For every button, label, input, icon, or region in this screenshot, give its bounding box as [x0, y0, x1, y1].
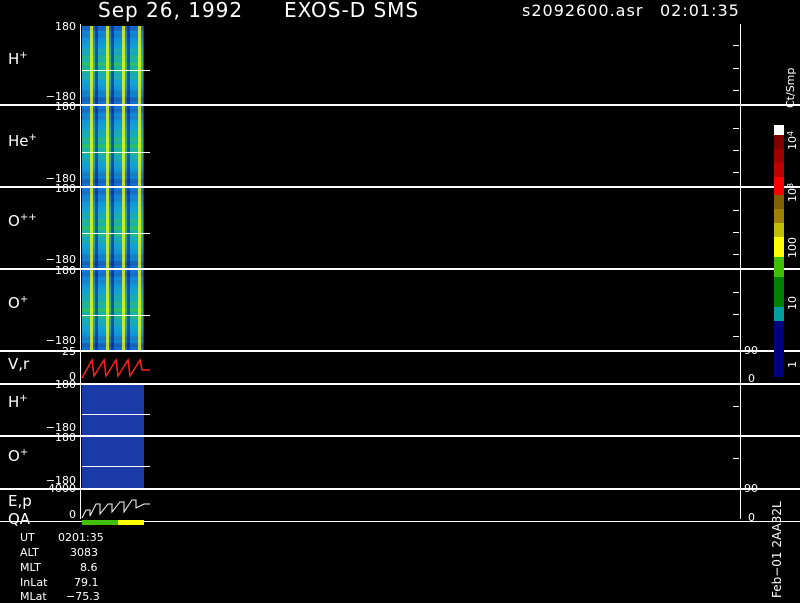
colorbar-segment	[774, 135, 784, 149]
info-mlt-label: MLT	[20, 561, 41, 574]
label-o-plus-lower: O+	[8, 447, 29, 465]
colorbar-segment	[774, 209, 784, 223]
colorbar-label: 10	[786, 188, 799, 202]
colorbar-segment	[774, 163, 784, 177]
y-tick-label: 180	[55, 20, 76, 33]
colorbar-label: 4	[786, 130, 795, 136]
axis-tick	[733, 458, 739, 459]
label-o-plusplus: O++	[8, 212, 37, 230]
trace-line	[82, 315, 150, 316]
axis-tick	[733, 128, 739, 129]
y-tick-label: 180	[55, 100, 76, 113]
o-plusplus-spectrogram	[82, 188, 144, 268]
ep-trace	[81, 499, 150, 519]
instrument-title: EXOS-D SMS	[284, 0, 420, 22]
qa-bar-warn	[118, 520, 144, 525]
colorbar-label: 100	[786, 237, 799, 258]
colorbar-unit: Ct/Smp	[784, 67, 797, 108]
y-tick-label: 180	[55, 431, 76, 444]
colorbar-segment	[774, 277, 784, 307]
axis-tick	[733, 210, 739, 211]
vr-trace	[81, 357, 150, 379]
right-tick-label: 90	[744, 482, 758, 495]
label-he-plus: He+	[8, 132, 37, 150]
footer-tag: Feb−01 2AA32L	[770, 501, 784, 598]
colorbar-label: 3	[786, 182, 795, 188]
he-plus-spectrogram	[82, 106, 144, 186]
colorbar-segment	[774, 321, 784, 377]
colorbar-segment	[774, 149, 784, 163]
info-mlat-value: −75.3	[66, 590, 100, 603]
trace-line	[82, 466, 150, 467]
right-tick-label: 90	[744, 344, 758, 357]
info-ut-value: 0201:35	[58, 531, 104, 544]
plot-frame	[80, 24, 741, 519]
trace-line	[82, 414, 150, 415]
time-stamp: 02:01:35	[660, 1, 740, 20]
y-tick-label: 180	[55, 378, 76, 391]
colorbar-segment	[774, 223, 784, 237]
axis-tick	[733, 314, 739, 315]
colorbar-segment	[774, 307, 784, 321]
h-plus-spectrogram	[82, 26, 144, 104]
colorbar-label: 10	[786, 296, 799, 310]
label-ep: E,p	[8, 492, 32, 510]
colorbar-label: 10	[786, 136, 799, 150]
y-tick-label: 0	[69, 508, 76, 521]
y-tick-label: 25	[62, 345, 76, 358]
info-ut-label: UT	[20, 531, 35, 544]
colorbar-segment	[774, 257, 784, 277]
axis-tick	[733, 292, 739, 293]
info-alt-label: ALT	[20, 546, 39, 559]
y-tick-label: 180	[55, 264, 76, 277]
colorbar-label: 1	[786, 361, 799, 368]
trace-line	[82, 152, 150, 153]
o-plus-lower-spectrogram	[82, 437, 144, 488]
right-tick-label: 0	[748, 511, 755, 524]
axis-tick	[733, 406, 739, 407]
trace-line	[82, 233, 150, 234]
axis-tick	[733, 68, 739, 69]
y-tick-label: 180	[55, 182, 76, 195]
colorbar-segment	[774, 125, 784, 135]
axis-tick	[733, 336, 739, 337]
info-inlat-label: InLat	[20, 576, 48, 589]
label-vr: V,r	[8, 355, 30, 373]
label-h-plus-lower: H+	[8, 393, 28, 411]
axis-tick	[733, 45, 739, 46]
file-name: s2092600.asr	[522, 1, 644, 20]
colorbar-segment	[774, 195, 784, 209]
axis-tick	[733, 172, 739, 173]
info-mlt-value: 8.6	[80, 561, 98, 574]
info-inlat-value: 79.1	[74, 576, 99, 589]
axis-tick	[733, 232, 739, 233]
o-plus-spectrogram	[82, 270, 144, 350]
right-tick-label: 0	[748, 372, 755, 385]
label-o-plus: O+	[8, 294, 29, 312]
plot-date: Sep 26, 1992	[98, 0, 244, 22]
y-tick-label: 4000	[48, 482, 76, 495]
trace-line	[82, 70, 150, 71]
info-alt-value: 3083	[70, 546, 98, 559]
label-h-plus: H+	[8, 50, 28, 68]
label-qa: QA	[8, 510, 31, 528]
colorbar-segment	[774, 237, 784, 257]
info-mlat-label: MLat	[20, 590, 47, 603]
qa-bar-good	[82, 520, 118, 525]
h-plus-lower-spectrogram	[82, 385, 144, 435]
axis-tick	[733, 90, 739, 91]
axis-tick	[733, 254, 739, 255]
colorbar-segment	[774, 177, 784, 195]
axis-tick	[733, 150, 739, 151]
